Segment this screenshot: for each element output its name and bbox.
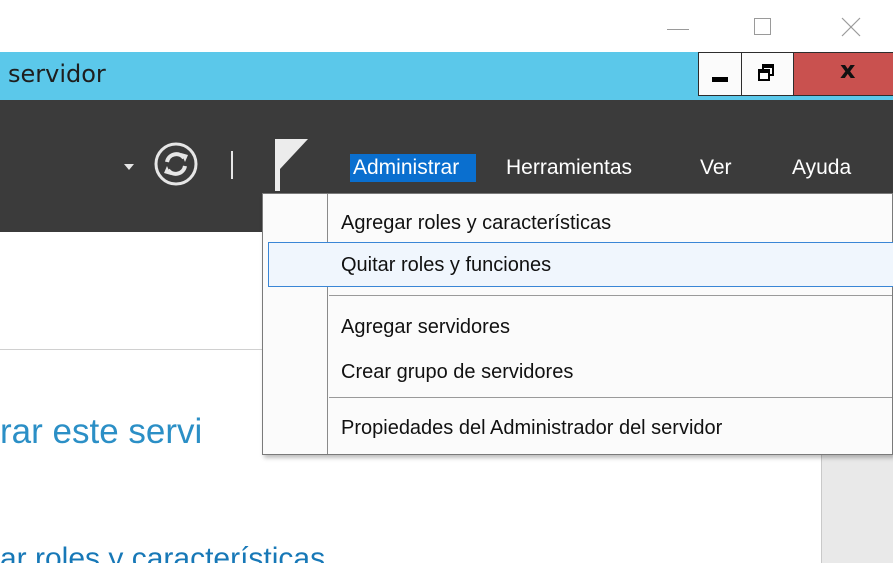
administrar-dropdown-menu: Agregar roles y características Quitar r… bbox=[262, 193, 893, 455]
menu-separator bbox=[329, 295, 892, 296]
menu-ayuda[interactable]: Ayuda bbox=[792, 154, 851, 182]
menu-item-crear-grupo[interactable]: Crear grupo de servidores bbox=[341, 357, 573, 387]
menu-item-agregar-servidores[interactable]: Agregar servidores bbox=[341, 312, 510, 342]
menu-item-agregar-roles[interactable]: Agregar roles y características bbox=[341, 208, 611, 238]
outer-close-icon[interactable] bbox=[836, 12, 866, 42]
menu-separator bbox=[329, 397, 892, 398]
menu-item-quitar-roles[interactable]: Quitar roles y funciones bbox=[341, 250, 551, 280]
toolbar-separator bbox=[231, 151, 233, 179]
outer-window-caption bbox=[0, 0, 893, 52]
menu-ver[interactable]: Ver bbox=[700, 154, 732, 182]
menu-gutter-line bbox=[327, 194, 328, 454]
window-title: servidor bbox=[8, 60, 106, 88]
scrollbar[interactable] bbox=[821, 455, 893, 563]
dropdown-arrow-icon[interactable] bbox=[124, 164, 134, 170]
restore-button[interactable] bbox=[742, 52, 794, 96]
outer-minimize-icon[interactable] bbox=[663, 12, 693, 42]
minimize-button[interactable] bbox=[698, 52, 742, 96]
menu-herramientas[interactable]: Herramientas bbox=[506, 154, 632, 182]
outer-maximize-icon[interactable] bbox=[748, 12, 778, 42]
refresh-icon[interactable] bbox=[153, 141, 199, 187]
window-title-bar: servidor x bbox=[0, 52, 893, 100]
content-divider bbox=[0, 349, 270, 350]
close-button[interactable]: x bbox=[794, 52, 893, 96]
menu-item-propiedades[interactable]: Propiedades del Administrador del servid… bbox=[341, 413, 722, 443]
content-heading: rar este servi bbox=[0, 412, 203, 451]
menu-administrar[interactable]: Administrar bbox=[350, 154, 476, 182]
close-icon: x bbox=[840, 56, 856, 84]
content-subheading[interactable]: ar roles y características bbox=[0, 541, 325, 563]
flag-icon[interactable] bbox=[272, 135, 312, 195]
